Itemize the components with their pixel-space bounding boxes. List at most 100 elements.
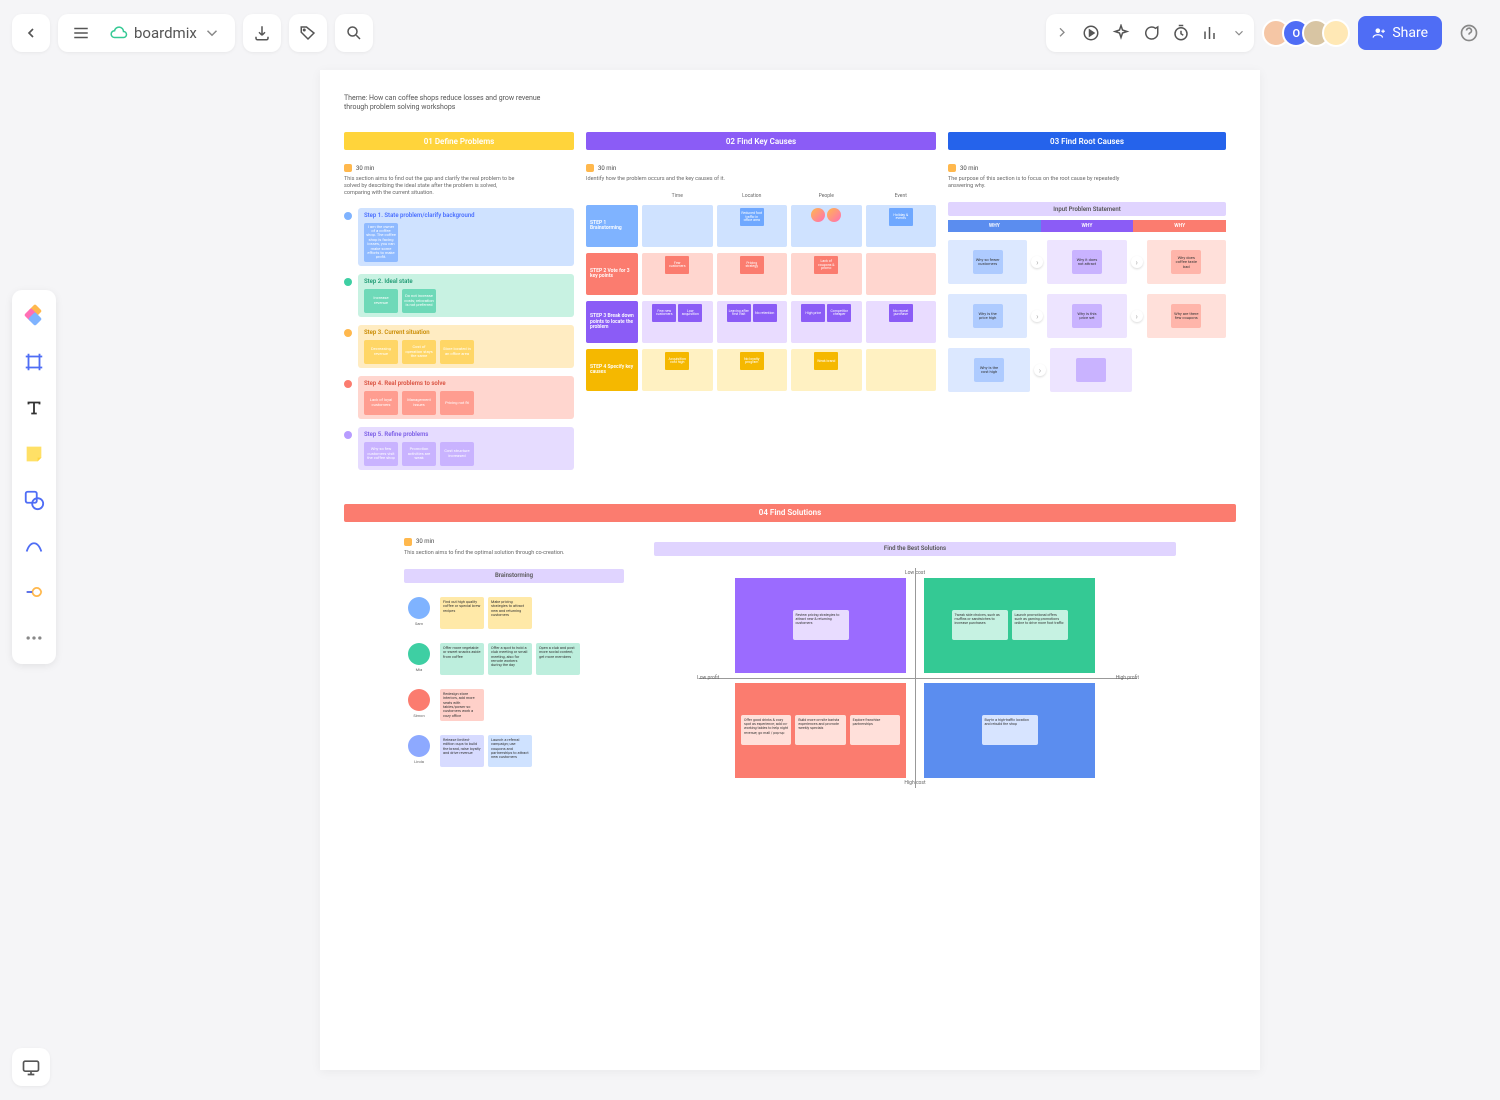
why-box[interactable]: Why is the cost high (948, 348, 1030, 392)
sticky-note[interactable]: Redesign store interiors, add more seats… (440, 689, 484, 721)
sticky-note[interactable]: Launch a referral campaign; use coupons … (488, 735, 532, 767)
sticky-note[interactable]: No loyalty program (740, 352, 764, 370)
sticky-note[interactable]: Holiday & events (889, 208, 913, 226)
sticky-note[interactable]: Make pricing strategies to attract new a… (488, 597, 532, 629)
sticky-note[interactable]: Explore franchise partnerships (850, 715, 900, 745)
chart-icon[interactable] (1202, 24, 1220, 42)
back-button[interactable] (12, 14, 50, 52)
sticky-note[interactable]: Find out high quality coffee or special … (440, 597, 484, 629)
s2-cell[interactable]: No repeat purchase (866, 301, 937, 343)
quadrant[interactable]: Review pricing strategies to attract new… (735, 578, 906, 673)
s2-cell[interactable] (791, 205, 862, 247)
sticky-note[interactable]: Cost structure increased (440, 442, 474, 466)
s2-cell[interactable] (866, 253, 937, 295)
step-block[interactable]: Step 5. Refine problems Why so few custo… (344, 427, 574, 470)
s2-cell[interactable]: Few customers (642, 253, 713, 295)
s2-cell[interactable]: Pricing strategy (717, 253, 788, 295)
s2-cell[interactable]: Acquisition cost high (642, 349, 713, 391)
help-button[interactable] (1450, 14, 1488, 52)
sticky-note[interactable]: Why so fewer customers (973, 250, 1003, 274)
file-title-group[interactable]: boardmix (58, 14, 235, 52)
chevron-right-icon[interactable] (1054, 25, 1070, 41)
sparkle-icon[interactable] (1112, 24, 1130, 42)
s2-cell[interactable]: High priceCompetitor cheaper (791, 301, 862, 343)
sticky-note[interactable]: Few new customers (652, 304, 676, 322)
sticky-note[interactable]: No repeat purchase (889, 304, 913, 322)
text-tool[interactable] (20, 394, 48, 422)
templates-tool[interactable] (20, 302, 48, 330)
line-tool[interactable] (20, 532, 48, 560)
sticky-note[interactable]: Pricing strategy (740, 256, 764, 274)
timer-icon[interactable] (1172, 24, 1190, 42)
sticky-tool[interactable] (20, 440, 48, 468)
sticky-note[interactable]: Low acquisition (678, 304, 702, 322)
sticky-note[interactable]: Promotion activities are weak (402, 442, 436, 466)
quadrant[interactable]: Tweak side choices, such as muffins or s… (924, 578, 1095, 673)
sticky-note[interactable]: Tweak side choices, such as muffins or s… (952, 610, 1008, 640)
why-box[interactable]: Why it does not attract (1047, 240, 1126, 284)
sticky-note[interactable]: High price (801, 304, 825, 322)
sticky-note[interactable]: Decreasing revenue (364, 340, 398, 364)
sticky-note[interactable]: Buy-in a high-traffic location and rebui… (982, 715, 1038, 745)
sticky-note[interactable]: No retention (753, 304, 777, 322)
sticky-note[interactable]: Why is the cost high (974, 358, 1004, 382)
step-block[interactable]: Step 4. Real problems to solve Lack of l… (344, 376, 574, 419)
sticky-note[interactable]: Why is the price high (973, 304, 1003, 328)
sticky-note[interactable]: Cost of operation stays the same (402, 340, 436, 364)
sticky-note[interactable]: I am the owner of a coffee shop. The cof… (364, 223, 398, 262)
sticky-note[interactable]: Weak brand (814, 352, 838, 370)
sticky-note[interactable]: Leaving after first visit (727, 304, 751, 322)
sticky-note[interactable]: Why are there few coupons (1171, 304, 1201, 328)
slides-button[interactable] (12, 1048, 50, 1086)
sticky-note[interactable]: Release limited-edition cups to build th… (440, 735, 484, 767)
sticky-note[interactable]: Store located in an office area (440, 340, 474, 364)
s2-cell[interactable]: Reduced foot traffic in office area (717, 205, 788, 247)
sticky-note[interactable]: Offer good drinks & cozy spot as experie… (741, 715, 791, 745)
canvas[interactable]: Theme: How can coffee shops reduce losse… (320, 70, 1260, 1070)
why-box[interactable] (1050, 348, 1132, 392)
sticky-note[interactable]: Review pricing strategies to attract new… (793, 610, 849, 640)
sticky-note[interactable]: Why is this price set (1072, 304, 1102, 328)
s2-cell[interactable]: Few new customersLow acquisition (642, 301, 713, 343)
search-button[interactable] (335, 14, 373, 52)
sticky-note[interactable]: Reduced foot traffic in office area (740, 208, 764, 226)
step-block[interactable]: Step 3. Current situation Decreasing rev… (344, 325, 574, 368)
frame-tool[interactable] (20, 348, 48, 376)
comment-icon[interactable] (1142, 24, 1160, 42)
sticky-note[interactable]: Acquisition cost high (665, 352, 689, 370)
sticky-note[interactable]: Why does coffee taste bad (1171, 250, 1201, 274)
avatar-stack[interactable]: O (1262, 19, 1350, 47)
sticky-note[interactable]: Lack of loyal customers (364, 391, 398, 415)
sticky-note[interactable]: Why it does not attract (1072, 250, 1102, 274)
shape-tool[interactable] (20, 486, 48, 514)
sticky-note[interactable]: Open a club and post more social content… (536, 643, 580, 675)
s2-cell[interactable]: Leaving after first visitNo retention (717, 301, 788, 343)
sticky-note[interactable]: Few customers (665, 256, 689, 274)
why-box[interactable]: Why is this price set (1047, 294, 1126, 338)
why-box[interactable]: Why so fewer customers (948, 240, 1027, 284)
sticky-note[interactable] (1076, 358, 1106, 382)
why-box[interactable]: Why is the price high (948, 294, 1027, 338)
mindmap-tool[interactable] (20, 578, 48, 606)
sticky-note[interactable]: Offer more vegetable or sweet snacks asi… (440, 643, 484, 675)
step-block[interactable]: Step 2. Ideal state Increase revenueDo n… (344, 274, 574, 317)
s2-cell[interactable] (642, 205, 713, 247)
share-button[interactable]: Share (1358, 16, 1442, 50)
chevron-down-icon[interactable] (1232, 26, 1246, 40)
quadrant[interactable]: Buy-in a high-traffic location and rebui… (924, 683, 1095, 778)
sticky-note[interactable]: Do not increase costs; relocation is not… (402, 289, 436, 313)
quadrant[interactable]: Offer good drinks & cozy spot as experie… (735, 683, 906, 778)
why-box[interactable]: Why are there few coupons (1147, 294, 1226, 338)
avatar[interactable] (1322, 19, 1350, 47)
s2-cell[interactable]: No loyalty program (717, 349, 788, 391)
play-icon[interactable] (1082, 24, 1100, 42)
sticky-note[interactable]: Launch promotional offers such as gaming… (1012, 610, 1068, 640)
sticky-note[interactable]: Competitor cheaper (827, 304, 851, 322)
sticky-note[interactable]: Lack of coupons & promo (814, 256, 838, 274)
download-button[interactable] (243, 14, 281, 52)
s2-cell[interactable]: Weak brand (791, 349, 862, 391)
sticky-note[interactable]: Pricing not fit (440, 391, 474, 415)
sticky-note[interactable]: Management issues (402, 391, 436, 415)
more-tool[interactable] (20, 624, 48, 652)
s2-cell[interactable]: Lack of coupons & promo (791, 253, 862, 295)
